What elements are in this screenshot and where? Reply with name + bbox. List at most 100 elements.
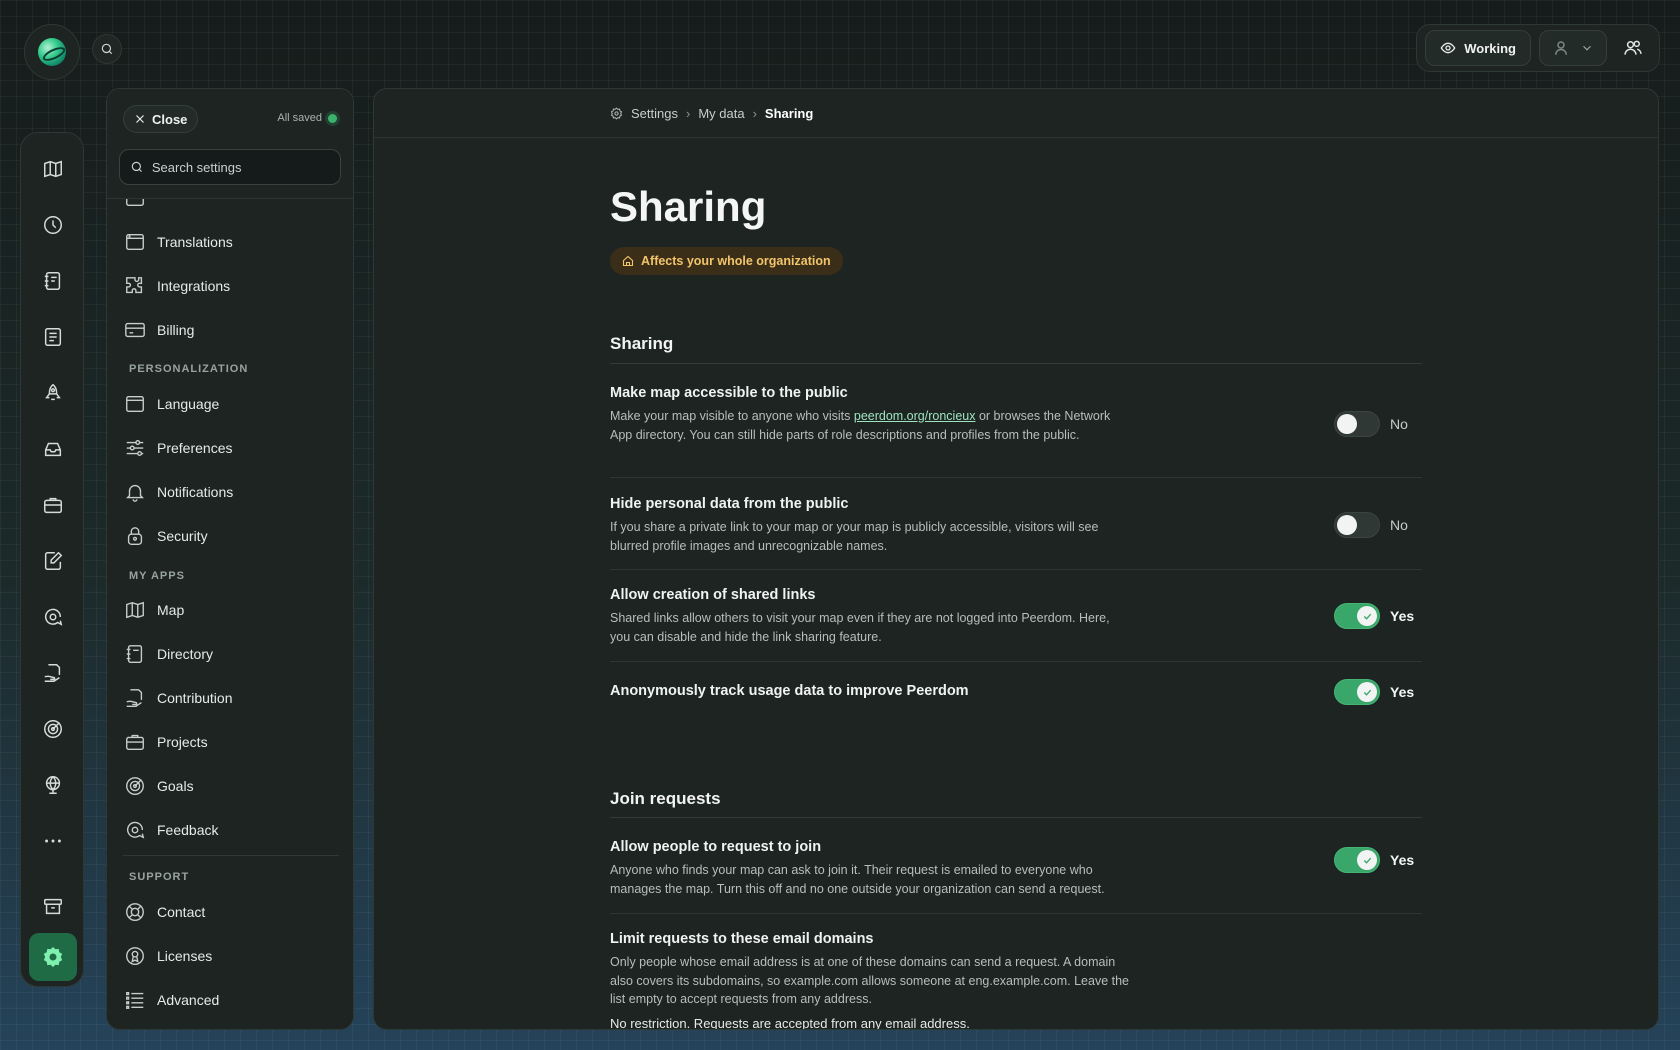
working-mode-button[interactable]: Working [1425,30,1531,66]
sidebar-item-label: Contribution [157,690,233,706]
setting-description: Make your map visible to anyone who visi… [610,409,1111,442]
sidebar-item-contact[interactable]: Contact [123,895,339,929]
section-divider [610,363,1422,364]
clock-icon [44,216,62,234]
rail-network[interactable] [35,767,71,803]
rail-edit[interactable] [35,543,71,579]
setting-title: Limit requests to these email domains [610,931,874,947]
close-settings-button[interactable]: Close [123,105,199,133]
user-menu-button[interactable] [1539,30,1607,66]
breadcrumb-my-data[interactable]: My data [698,106,744,121]
sidebar-item-licenses[interactable]: Licenses [123,939,339,973]
shared-links-toggle[interactable] [1334,603,1380,629]
public-map-toggle[interactable] [1334,411,1380,437]
sidebar-item-integrations[interactable]: Integrations [123,269,339,303]
eye-icon [1440,42,1456,54]
rail-directory[interactable] [35,263,71,299]
setting-title: Hide personal data from the public [610,496,849,512]
sidebar-item-map[interactable]: Map [123,593,339,627]
rail-history[interactable] [35,207,71,243]
map-icon [44,160,62,178]
notebook-icon [123,642,147,666]
rail-more[interactable] [35,823,71,859]
saved-indicator-dot [328,113,337,123]
rail-map[interactable] [35,151,71,187]
chevron-down-icon [1583,45,1591,51]
check-icon [1363,857,1371,864]
global-search-button[interactable] [92,34,122,64]
sidebar-item-label: Notifications [157,484,234,500]
rail-archive[interactable] [35,889,71,925]
public-map-link[interactable]: peerdom.org/roncieux [854,409,976,423]
settings-search[interactable] [119,149,341,185]
sidebar-item-label: Translations [157,234,233,250]
row-divider [610,569,1422,570]
settings-search-input[interactable] [151,159,330,175]
sidebar-item-notifications[interactable]: Notifications [123,475,339,509]
archive-icon [44,898,62,915]
rail-contribution[interactable] [35,655,71,691]
setting-title: Make map accessible to the public [610,385,848,401]
rail-goals[interactable] [35,711,71,747]
section-divider [610,817,1422,818]
sidebar-item-contribution[interactable]: Contribution [123,681,339,715]
sidebar-item-label: Integrations [157,278,231,294]
sidebar-divider [123,855,339,856]
hide-personal-data-toggle[interactable] [1334,512,1380,538]
join-requests-toggle-group: Yes [1334,847,1416,873]
setting-row-hide-personal-data: Hide personal data from the public If yo… [610,496,1422,555]
sidebar-item-goals[interactable]: Goals [123,769,339,803]
sidebar-item-advanced[interactable]: Advanced [123,983,339,1017]
rail-feedback[interactable] [35,599,71,635]
rail-projects[interactable] [35,487,71,523]
scope-badge-label: Affects your whole organization [641,254,831,268]
sidebar-item-directory[interactable]: Directory [123,637,339,671]
setting-row-public-map: Make map accessible to the public Make y… [610,385,1422,444]
sidebar-item-label: Projects [157,734,208,750]
sidebar-item-label: Directory [157,646,214,662]
sidebar-item-translations[interactable]: Translations [123,225,339,259]
sidebar-item-billing[interactable]: Billing [123,313,339,347]
save-status: All saved [277,112,337,124]
setting-row-join-requests: Allow people to request to join Anyone w… [610,839,1422,898]
row-divider [610,913,1422,914]
chat-search-icon [123,818,147,842]
rail-documents[interactable] [35,319,71,355]
sidebar-item-label: Map [157,602,185,618]
join-requests-toggle[interactable] [1334,847,1380,873]
setting-description: If you share a private link to your map … [610,520,1099,553]
hand-document-icon [44,664,61,682]
rail-launch[interactable] [35,375,71,411]
usage-tracking-toggle[interactable] [1334,679,1380,705]
list-icon [123,988,147,1012]
app-logo[interactable] [24,24,80,80]
setting-row-shared-links: Allow creation of shared links Shared li… [610,587,1422,646]
toggle-value-label: Yes [1390,608,1415,624]
usage-tracking-toggle-group: Yes [1334,679,1416,705]
settings-sidebar-header: Close All saved [107,89,353,199]
credit-card-icon [123,318,147,342]
sidebar-item-security[interactable]: Security [123,519,339,553]
setting-description: Shared links allow others to visit your … [610,611,1110,644]
rail-inbox[interactable] [35,431,71,467]
certificate-icon [123,944,147,968]
sidebar-item-projects[interactable]: Projects [123,725,339,759]
edit-document-icon [44,551,63,570]
more-horizontal-icon [45,839,61,843]
save-status-label: All saved [277,112,322,124]
sidebar-item-label: Advanced [157,992,220,1008]
team-button[interactable] [1615,30,1651,66]
target-icon [44,720,62,738]
sidebar-item-label: Feedback [157,822,219,838]
toggle-value-label: Yes [1390,852,1415,868]
document-list-icon [44,328,62,346]
globe-logo-icon [38,38,66,66]
rail-settings[interactable] [29,933,77,981]
sidebar-item-language[interactable]: Language [123,387,339,421]
sidebar-item-preferences[interactable]: Preferences [123,431,339,465]
breadcrumb-settings[interactable]: Settings [631,106,678,121]
lifebuoy-icon [123,900,147,924]
settings-sidebar: Close All saved Translations Integration… [106,88,354,1030]
sidebar-item-feedback[interactable]: Feedback [123,813,339,847]
scope-badge: Affects your whole organization [610,247,843,275]
